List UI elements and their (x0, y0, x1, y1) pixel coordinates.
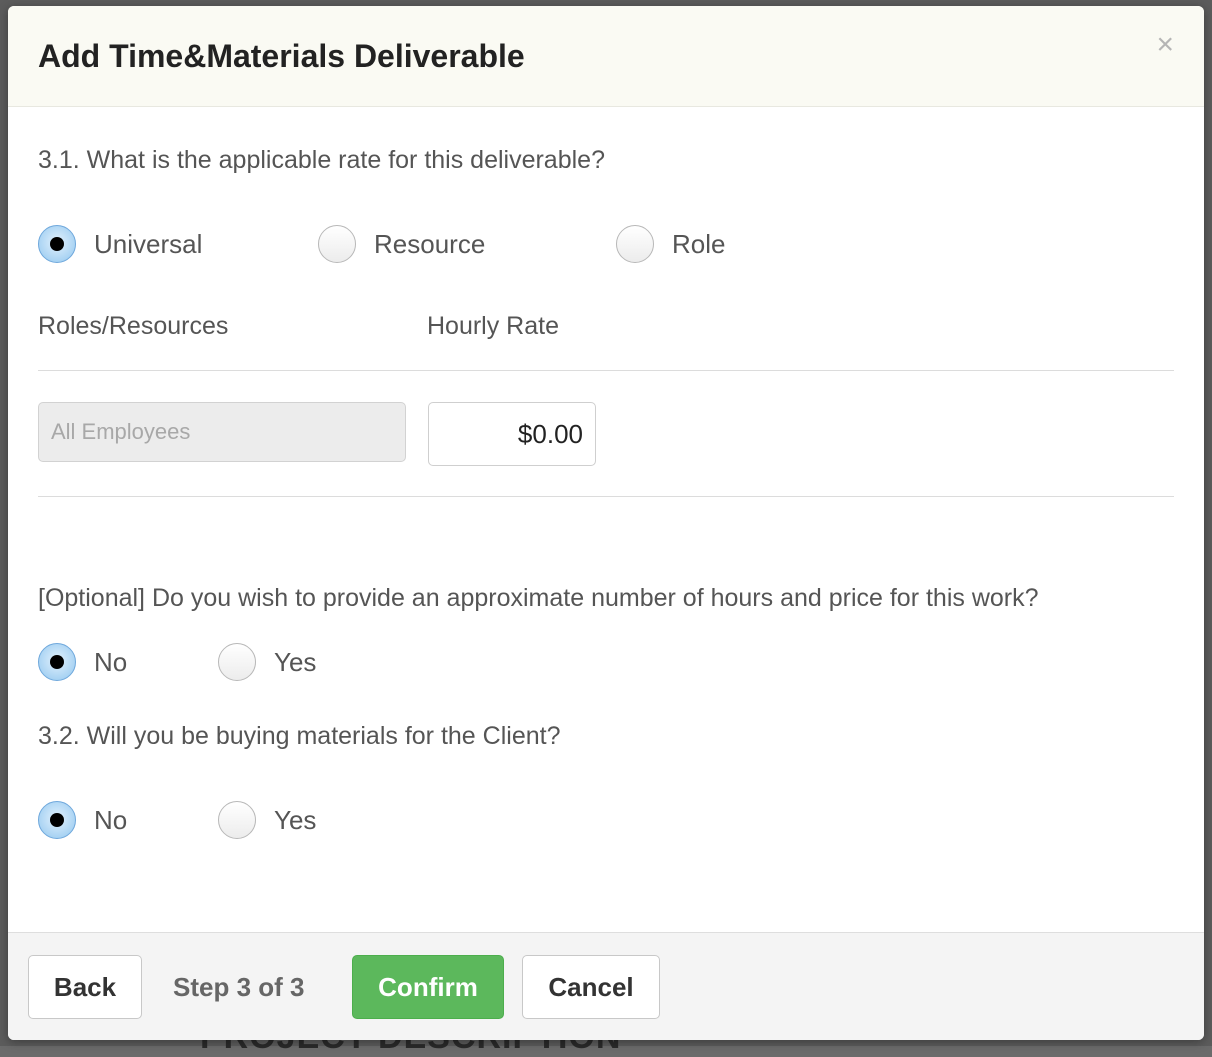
radio-label-estimate-yes: Yes (274, 646, 317, 677)
radio-option-estimate-yes[interactable]: Yes (218, 642, 316, 682)
radio-button-materials-yes[interactable] (218, 801, 256, 839)
cancel-button[interactable]: Cancel (522, 955, 660, 1019)
roles-resources-header: Roles/Resources (38, 312, 229, 340)
radio-button-estimate-no[interactable] (38, 643, 76, 681)
radio-option-resource[interactable]: Resource (318, 224, 485, 264)
radio-option-role[interactable]: Role (616, 224, 725, 264)
radio-button-role[interactable] (616, 225, 654, 263)
radio-label-universal: Universal (94, 228, 203, 259)
modal-footer: Back Step 3 of 3 Confirm Cancel (8, 932, 1204, 1040)
radio-button-estimate-yes[interactable] (218, 643, 256, 681)
materials-question: 3.2. Will you be buying materials for th… (38, 722, 561, 750)
modal-title: Add Time&Materials Deliverable (38, 38, 525, 74)
table-divider-bottom (38, 496, 1174, 497)
optional-estimate-question: [Optional] Do you wish to provide an app… (38, 584, 1039, 612)
radio-selected-dot (50, 237, 64, 251)
rate-question: 3.1. What is the applicable rate for thi… (38, 146, 605, 174)
modal-header: Add Time&Materials Deliverable × (8, 6, 1204, 107)
back-button[interactable]: Back (28, 955, 142, 1019)
hourly-rate-input[interactable]: $0.00 (428, 402, 596, 466)
add-deliverable-modal: Add Time&Materials Deliverable × 3.1. Wh… (8, 6, 1204, 1040)
table-divider-top (38, 370, 1174, 371)
radio-selected-dot (50, 655, 64, 669)
radio-option-materials-no[interactable]: No (38, 800, 127, 840)
roles-resources-field: All Employees (38, 402, 406, 462)
hourly-rate-header: Hourly Rate (427, 312, 559, 340)
confirm-button[interactable]: Confirm (352, 955, 504, 1019)
radio-label-materials-no: No (94, 804, 128, 835)
radio-label-role: Role (672, 228, 726, 259)
radio-button-materials-no[interactable] (38, 801, 76, 839)
radio-label-estimate-no: No (94, 646, 128, 677)
radio-option-materials-yes[interactable]: Yes (218, 800, 316, 840)
step-indicator: Step 3 of 3 (173, 971, 305, 1002)
radio-label-materials-yes: Yes (274, 804, 317, 835)
radio-label-resource: Resource (374, 228, 486, 259)
close-icon[interactable]: × (1156, 30, 1174, 60)
radio-button-universal[interactable] (38, 225, 76, 263)
radio-selected-dot (50, 813, 64, 827)
radio-option-universal[interactable]: Universal (38, 224, 202, 264)
radio-button-resource[interactable] (318, 225, 356, 263)
radio-option-estimate-no[interactable]: No (38, 642, 127, 682)
